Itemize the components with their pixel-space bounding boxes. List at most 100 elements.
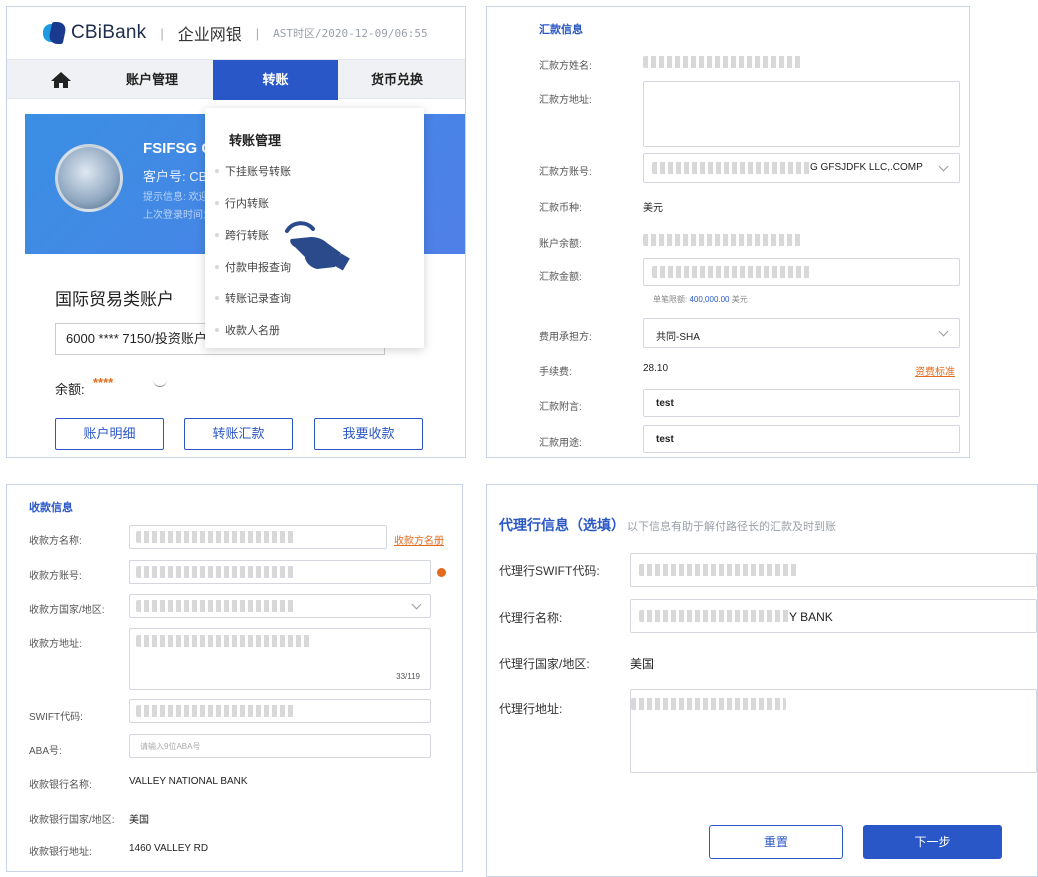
menu-item-payment-declaration[interactable]: 付款申报查询 — [215, 257, 291, 277]
currency-value: 美元 — [643, 203, 663, 214]
receive-payment-button[interactable]: 我要收款 — [314, 418, 423, 450]
balance-value: **** — [93, 375, 114, 390]
fee-bearer-value: 共同-SHA — [656, 332, 700, 343]
remitter-account-masked — [652, 162, 812, 174]
swift-label: SWIFT代码: — [29, 712, 83, 723]
transfer-remit-button[interactable]: 转账汇款 — [184, 418, 293, 450]
corr-swift-masked — [639, 564, 797, 576]
bank-name-label: 收款银行名称: — [29, 780, 92, 791]
bank-type-label: 企业网银 — [177, 27, 242, 44]
payee-list-link[interactable]: 收款方名册 — [394, 532, 444, 547]
currency-label: 汇款币种: — [539, 203, 582, 214]
swift-input[interactable] — [129, 699, 431, 723]
menu-title: 转账管理 — [229, 133, 282, 148]
nav-currency-exchange[interactable]: 货币兑换 — [342, 60, 452, 100]
single-limit-hint: 单笔限额: 400,000.00 美元 — [653, 294, 748, 305]
corr-country-label: 代理行国家/地区: — [499, 657, 590, 671]
menu-item-internal-transfer[interactable]: 行内转账 — [215, 193, 269, 213]
menu-item-label: 跨行转账 — [225, 230, 269, 242]
remitter-name-label: 汇款方姓名: — [539, 61, 592, 72]
correspondent-subtitle: 以下信息有助于解付路径长的汇款及时到账 — [627, 521, 836, 533]
payee-info-panel: 收款信息 收款方名称: 收款方名册 收款方账号: 收款方国家/地区: 收款方地址… — [6, 484, 463, 872]
corr-name-suffix: Y BANK — [789, 610, 833, 624]
fee-schedule-link[interactable]: 资费标准 — [915, 363, 955, 378]
payee-address-masked — [136, 635, 311, 647]
payee-address-input[interactable]: 33/119 — [129, 628, 431, 690]
nav-account-management[interactable]: 账户管理 — [102, 60, 202, 100]
menu-item-label: 转账记录查询 — [225, 293, 291, 305]
home-icon[interactable] — [47, 60, 75, 100]
payee-account-label: 收款方账号: — [29, 571, 82, 582]
amount-input[interactable] — [643, 258, 960, 286]
payee-name-label: 收款方名称: — [29, 536, 82, 547]
corr-address-input[interactable] — [630, 689, 1037, 773]
header-separator: | — [160, 25, 164, 41]
corr-name-masked — [639, 610, 789, 622]
corr-swift-input[interactable] — [630, 553, 1037, 587]
nav-transfer[interactable]: 转账 — [213, 60, 338, 100]
payee-account-masked — [136, 566, 296, 578]
payee-country-masked — [136, 600, 296, 612]
chevron-down-icon — [938, 161, 949, 172]
timezone-timestamp: AST时区/2020-12-09/06:55 — [273, 27, 428, 40]
remitter-address-label: 汇款方地址: — [539, 95, 592, 106]
limit-label: 单笔限额: — [653, 295, 688, 304]
aba-input[interactable]: 请输入9位ABA号 — [129, 734, 431, 758]
menu-item-linked-transfer[interactable]: 下挂账号转账 — [215, 161, 291, 181]
limit-value: 400,000.00 — [689, 295, 730, 304]
purpose-label: 汇款用途: — [539, 438, 582, 449]
main-nav: 账户管理 转账 货币兑换 — [7, 59, 465, 100]
remitter-address-input[interactable] — [643, 81, 960, 147]
remittance-section-title: 汇款信息 — [539, 24, 583, 36]
menu-item-transfer-records[interactable]: 转账记录查询 — [215, 288, 291, 308]
remitter-account-suffix: G GFSJDFK LLC,.COMP — [810, 162, 923, 173]
remitter-account-label: 汇款方账号: — [539, 167, 592, 178]
fee-label: 手续费: — [539, 367, 572, 378]
eye-closed-icon[interactable] — [153, 379, 167, 387]
bank-address-label: 收款银行地址: — [29, 847, 92, 858]
payee-section-title: 收款信息 — [29, 502, 73, 514]
chevron-down-icon — [938, 326, 949, 337]
limit-unit: 美元 — [731, 295, 748, 304]
swift-masked — [136, 705, 296, 717]
help-icon[interactable] — [437, 568, 446, 577]
account-balance-label: 账户余额: — [539, 239, 582, 250]
menu-item-label: 下挂账号转账 — [225, 166, 291, 178]
payee-country-select[interactable] — [129, 594, 431, 618]
remark-label: 汇款附言: — [539, 402, 582, 413]
fee-bearer-label: 费用承担方: — [539, 332, 592, 343]
last-login-text: 上次登录时间为 — [143, 210, 213, 221]
corr-name-input[interactable]: Y BANK — [630, 599, 1037, 633]
balance-label: 余额: — [55, 382, 85, 397]
remitter-name-value — [643, 56, 803, 68]
payee-account-input[interactable] — [129, 560, 431, 584]
menu-item-label: 收款人名册 — [225, 325, 280, 337]
corr-name-label: 代理行名称: — [499, 611, 563, 625]
amount-masked — [652, 266, 812, 278]
bank-address-value: 1460 VALLEY RD — [129, 843, 209, 854]
payee-name-masked — [136, 531, 296, 543]
next-step-button[interactable]: 下一步 — [863, 825, 1002, 859]
remittance-info-panel: 汇款信息 汇款方姓名: 汇款方地址: 汇款方账号: G GFSJDFK LLC,… — [486, 6, 970, 458]
menu-item-label: 行内转账 — [225, 198, 269, 210]
purpose-input[interactable]: test — [643, 425, 960, 453]
menu-item-payee-list[interactable]: 收款人名册 — [215, 320, 280, 340]
pointing-hand-icon — [285, 221, 350, 271]
payee-address-label: 收款方地址: — [29, 639, 82, 650]
menu-item-interbank-transfer[interactable]: 跨行转账 — [215, 225, 269, 245]
remitter-account-select[interactable]: G GFSJDFK LLC,.COMP — [643, 153, 960, 183]
fee-bearer-select[interactable]: 共同-SHA — [643, 318, 960, 348]
bank-name-value: VALLEY NATIONAL BANK — [129, 776, 248, 787]
reset-button[interactable]: 重置 — [709, 825, 843, 859]
payee-country-label: 收款方国家/地区: — [29, 605, 105, 616]
cbibank-logo-icon — [43, 22, 68, 44]
chevron-down-icon — [411, 599, 422, 610]
corr-address-masked — [631, 698, 786, 710]
account-details-button[interactable]: 账户明细 — [55, 418, 164, 450]
header-separator: | — [255, 25, 260, 41]
menu-item-label: 付款申报查询 — [225, 262, 291, 274]
corr-swift-label: 代理行SWIFT代码: — [499, 564, 600, 578]
remark-input[interactable]: test — [643, 389, 960, 417]
payee-name-input[interactable] — [129, 525, 387, 549]
aba-label: ABA号: — [29, 746, 62, 757]
